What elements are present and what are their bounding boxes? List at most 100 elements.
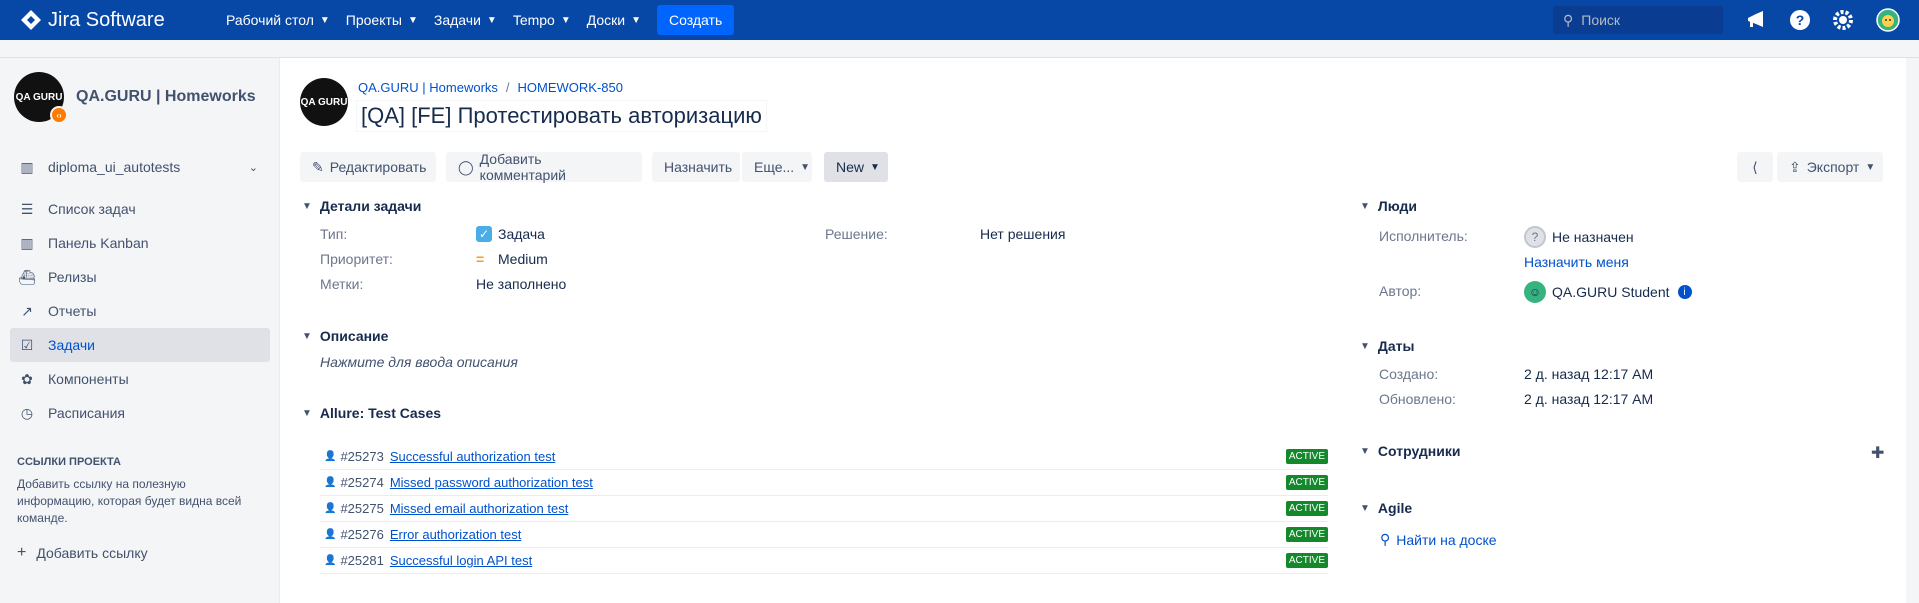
sidebar-item-issues[interactable]: ☑ Задачи	[10, 328, 270, 362]
test-case-link[interactable]: Successful login API test	[390, 553, 532, 568]
test-case-link[interactable]: Error authorization test	[390, 527, 522, 542]
board-selector[interactable]: ▥ diploma_ui_autotests ⌄	[10, 150, 270, 184]
add-comment-label: Добавить комментарий	[479, 151, 566, 183]
nav-tempo[interactable]: Tempo ▼	[513, 12, 571, 28]
share-icon[interactable]: ⟨	[1737, 152, 1773, 182]
more-button[interactable]: Еще... ▼	[742, 152, 812, 182]
test-case-id: #25281	[340, 553, 384, 568]
dates-heading: Даты	[1377, 338, 1415, 354]
chevron-down-icon: ▼	[1360, 200, 1370, 212]
backlog-icon: ☰	[20, 200, 34, 217]
sidebar-item-components[interactable]: ✿ Компоненты	[10, 362, 270, 396]
nav-issues[interactable]: Задачи ▼	[434, 12, 497, 28]
sidebar-item-schedules[interactable]: ◷ Расписания	[10, 396, 270, 430]
reporter-value[interactable]: ☺ QA.GURU Student i	[1524, 281, 1692, 303]
sidebar-item-kanban[interactable]: ▥ Панель Kanban	[10, 226, 270, 260]
breadcrumb-separator: /	[505, 80, 510, 95]
issue-title[interactable]: [QA] [FE] Протестировать авторизацию	[356, 100, 767, 132]
chevron-down-icon: ▼	[800, 161, 811, 173]
chevron-down-icon: ▼	[1360, 340, 1370, 352]
description-placeholder[interactable]: Нажмите для ввода описания	[320, 354, 518, 370]
edit-button[interactable]: ✎ Редактировать	[300, 152, 436, 182]
export-button-label: Экспорт	[1806, 159, 1860, 175]
add-employee-plus-icon[interactable]: ✚	[1871, 443, 1884, 463]
chevron-down-icon: ▼	[560, 14, 571, 26]
sidebar-item-reports[interactable]: ↗ Отчеты	[10, 294, 270, 328]
project-avatar: QA GURU ‹›	[14, 72, 68, 124]
unassigned-avatar-icon: ?	[1524, 226, 1546, 248]
gear-icon[interactable]	[1831, 8, 1855, 32]
task-type-icon: ✓	[476, 226, 492, 242]
page-scrollbar[interactable]	[1906, 58, 1919, 603]
export-button[interactable]: ⇪ Экспорт ▼	[1777, 152, 1883, 182]
project-sidebar: QA GURU ‹› QA.GURU | Homeworks ▥ diploma…	[0, 58, 280, 603]
test-case-link[interactable]: Missed email authorization test	[390, 501, 568, 516]
help-icon[interactable]: ?	[1788, 8, 1812, 32]
find-on-board-link[interactable]: ⚲ Найти на доске	[1380, 531, 1497, 548]
breadcrumb-issue-key-link[interactable]: HOMEWORK-850	[518, 80, 623, 95]
add-link-button[interactable]: + Добавить ссылку	[17, 544, 148, 562]
people-section-toggle[interactable]: ▼ Люди	[1360, 198, 1417, 214]
create-button[interactable]: Создать	[657, 5, 735, 35]
priority-label: Приоритет:	[320, 251, 393, 267]
project-name: QA.GURU | Homeworks	[76, 88, 256, 105]
user-avatar[interactable]	[1876, 8, 1900, 32]
add-comment-button[interactable]: ◯ Добавить комментарий	[446, 151, 642, 183]
search-icon: ⚲	[1380, 531, 1391, 547]
agile-section-toggle[interactable]: ▼ Agile	[1360, 500, 1412, 516]
test-case-id: #25273	[340, 449, 384, 464]
test-case-link[interactable]: Missed password authorization test	[390, 475, 593, 490]
dates-section-toggle[interactable]: ▼ Даты	[1360, 338, 1414, 354]
status-button-label: New	[836, 159, 865, 175]
labels-value[interactable]: Не заполнено	[476, 276, 566, 292]
employees-section-toggle[interactable]: ▼ Сотрудники	[1360, 443, 1460, 459]
project-links-heading: ССЫЛКИ ПРОЕКТА	[17, 456, 122, 468]
sidebar-item-label: Панель Kanban	[48, 235, 149, 251]
agile-heading: Agile	[1377, 500, 1413, 516]
sidebar-item-backlog[interactable]: ☰ Список задач	[10, 192, 270, 226]
user-icon: 👤	[324, 529, 337, 540]
svg-text:?: ?	[1796, 12, 1805, 28]
assignee-value[interactable]: ? Не назначен	[1524, 226, 1634, 248]
nav-dashboard[interactable]: Рабочий стол ▼	[226, 12, 330, 28]
description-section-toggle[interactable]: ▼ Описание	[302, 328, 388, 344]
resolution-value: Нет решения	[980, 226, 1066, 242]
nav-boards[interactable]: Доски ▼	[587, 12, 641, 28]
test-case-row: 👤 #25273 Successful authorization test A…	[320, 444, 1328, 470]
search-input[interactable]: ⚲ Поиск	[1553, 6, 1723, 34]
issue-project-avatar[interactable]: QA GURU	[300, 78, 348, 126]
project-header[interactable]: QA GURU ‹› QA.GURU | Homeworks	[14, 72, 256, 124]
chevron-down-icon: ⌄	[248, 161, 258, 174]
assignee-label: Исполнитель:	[1379, 228, 1468, 244]
board-icon: ▥	[20, 234, 34, 251]
chevron-down-icon: ▼	[1360, 502, 1370, 514]
updated-label: Обновлено:	[1379, 391, 1456, 407]
search-icon: ⚲	[1563, 11, 1574, 28]
reporter-label: Автор:	[1379, 283, 1422, 299]
jira-logo[interactable]: Jira Software	[20, 9, 210, 32]
code-badge-icon: ‹›	[50, 106, 68, 124]
status-badge: ACTIVE	[1285, 553, 1328, 568]
allure-section-toggle[interactable]: ▼ Allure: Test Cases	[302, 405, 441, 421]
test-case-id: #25276	[340, 527, 384, 542]
test-case-row: 👤 #25276 Error authorization test ACTIVE	[320, 522, 1328, 548]
assign-button[interactable]: Назначить	[652, 152, 740, 182]
chevron-down-icon: ▼	[407, 14, 418, 26]
test-case-link[interactable]: Successful authorization test	[390, 449, 555, 464]
test-case-id: #25275	[340, 501, 384, 516]
details-section-toggle[interactable]: ▼ Детали задачи	[302, 198, 421, 214]
search-placeholder: Поиск	[1581, 12, 1621, 28]
megaphone-icon[interactable]	[1744, 8, 1768, 32]
nav-projects[interactable]: Проекты ▼	[346, 12, 418, 28]
status-button[interactable]: New ▼	[824, 152, 888, 182]
info-icon[interactable]: i	[1677, 285, 1692, 299]
breadcrumb: QA.GURU | Homeworks / HOMEWORK-850	[358, 80, 623, 95]
breadcrumb-project-link[interactable]: QA.GURU | Homeworks	[358, 80, 498, 95]
updated-value: 2 д. назад 12:17 AM	[1524, 391, 1654, 407]
status-badge: ACTIVE	[1285, 527, 1328, 542]
sidebar-item-releases[interactable]: ⛴ Релизы	[10, 260, 270, 294]
chart-icon: ↗	[21, 302, 33, 319]
chevron-down-icon: ▼	[1865, 161, 1876, 173]
assign-to-me-link[interactable]: Назначить меня	[1524, 254, 1629, 270]
priority-medium-icon: =	[476, 251, 485, 267]
